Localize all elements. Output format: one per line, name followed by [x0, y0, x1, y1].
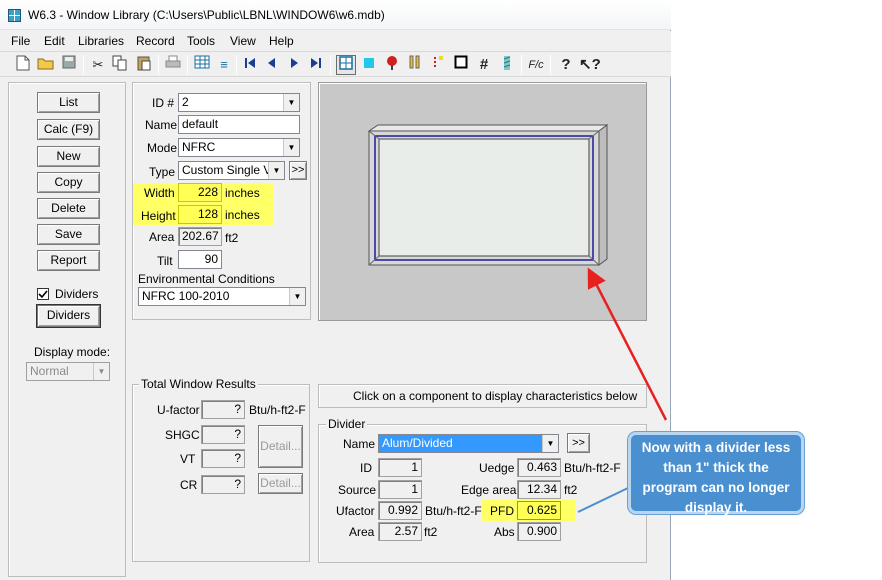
callout-text: Now with a divider less than 1" thick th…	[641, 440, 791, 515]
callout-bubble: Now with a divider less than 1" thick th…	[628, 432, 804, 515]
red-arrow	[587, 267, 668, 421]
callout-pointer	[577, 487, 629, 513]
